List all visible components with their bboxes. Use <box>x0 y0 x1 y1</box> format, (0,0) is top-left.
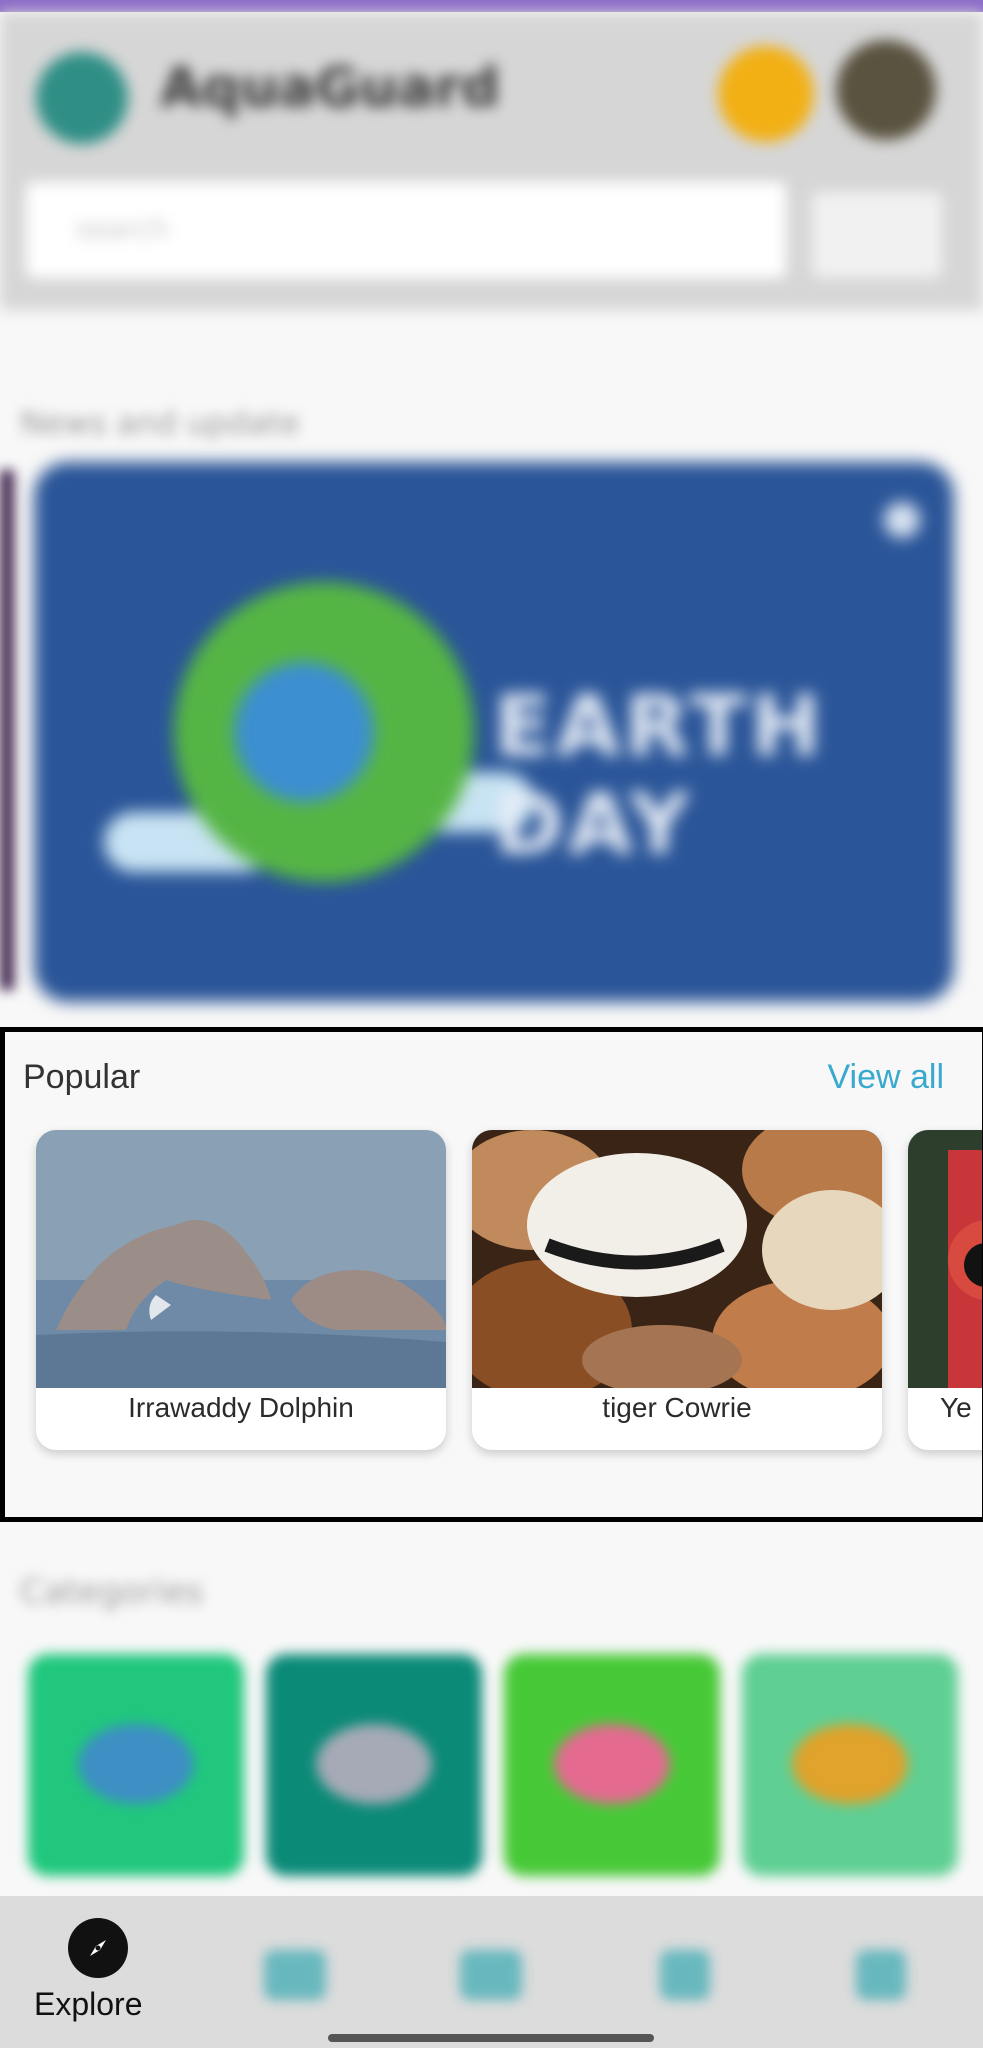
dolphin-icon <box>78 1724 194 1804</box>
nav-label-explore: Explore <box>34 1986 143 2022</box>
card-label: tiger Cowrie <box>602 1392 752 1423</box>
categories-title: Categories <box>20 1572 204 1612</box>
shell-icon <box>792 1724 908 1804</box>
search-input[interactable]: search <box>26 182 786 278</box>
news-prev-card[interactable] <box>0 470 14 990</box>
explore-icon <box>68 1918 128 1978</box>
nav-item-explore[interactable]: Explore <box>0 1896 196 2048</box>
view-all-link[interactable]: View all <box>827 1058 944 1097</box>
card-label: Ye <box>940 1392 972 1423</box>
filter-button[interactable] <box>812 192 942 278</box>
earth-sea-shape <box>234 662 374 802</box>
news-section-title: News and update <box>20 404 300 442</box>
profile-icon[interactable] <box>856 1950 906 2000</box>
chat-icon[interactable] <box>264 1950 326 2000</box>
popular-title: Popular <box>23 1058 141 1096</box>
bottom-nav: Explore <box>0 1896 983 2048</box>
category-tile-crab[interactable] <box>504 1654 720 1876</box>
popular-card[interactable]: tiger Cowrie <box>472 1130 882 1450</box>
card-label: Irrawaddy Dolphin <box>128 1392 354 1423</box>
app-logo <box>36 52 128 144</box>
app-title: AquaGuard <box>160 56 500 119</box>
category-tile-dolphin[interactable] <box>28 1654 244 1876</box>
fish-icon <box>316 1724 432 1804</box>
red-fish-photo <box>908 1130 982 1388</box>
cowrie-shell-photo <box>472 1130 882 1388</box>
crab-icon <box>554 1724 670 1804</box>
category-tile-fish[interactable] <box>266 1654 482 1876</box>
popular-card[interactable]: Irrawaddy Dolphin <box>36 1130 446 1450</box>
shop-icon[interactable] <box>460 1950 522 2000</box>
news-banner[interactable]: EARTH DAY <box>34 462 954 1002</box>
compass-icon <box>90 1940 106 1956</box>
close-icon[interactable] <box>884 502 920 538</box>
book-icon[interactable] <box>660 1950 710 2000</box>
dolphin-photo <box>36 1130 446 1388</box>
popular-card[interactable]: Ye <box>908 1130 982 1450</box>
home-indicator <box>328 2034 654 2042</box>
app-header: AquaGuard search <box>0 12 983 310</box>
status-accent-bar <box>0 0 983 12</box>
coins-icon[interactable] <box>718 46 814 142</box>
category-tile-shell[interactable] <box>742 1654 958 1876</box>
banner-text: EARTH DAY <box>494 677 825 873</box>
avatar[interactable] <box>836 40 936 140</box>
popular-section: Popular View all Irrawaddy Dolphin tiger… <box>0 1027 983 1522</box>
search-placeholder: search <box>76 212 170 245</box>
